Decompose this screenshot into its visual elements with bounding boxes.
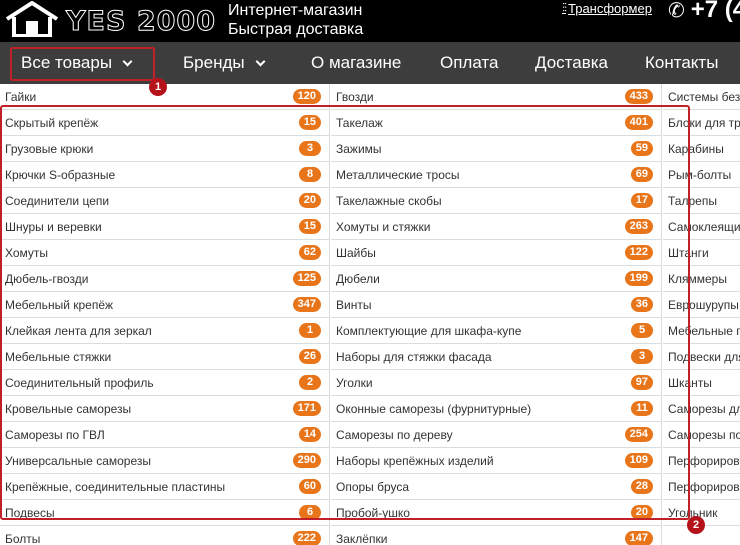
site-logo[interactable]: YES 2000	[4, 0, 216, 38]
nav-label: Доставка	[535, 53, 609, 72]
logo-text: YES 2000	[66, 5, 216, 37]
count-badge: 120	[292, 89, 321, 104]
tagline-line-1: Интернет-магазин	[228, 2, 363, 19]
category-name: Гайки	[5, 89, 37, 104]
annotation-marker-1: 1	[149, 78, 167, 96]
nav-label: Контакты	[645, 53, 719, 72]
phone-icon: ✆	[668, 0, 685, 22]
annotation-box-1	[10, 47, 155, 81]
nav-brands[interactable]: Бренды	[183, 42, 266, 84]
annotation-marker-2: 2	[687, 516, 705, 534]
category-name: Гвозди	[336, 89, 374, 104]
count-badge: 222	[292, 531, 321, 545]
nav-contacts[interactable]: Контакты	[645, 42, 718, 84]
category-name: Болты	[5, 531, 41, 545]
category-name: Системы безопасности	[668, 89, 740, 104]
nav-label: Оплата	[440, 53, 499, 72]
phone-number[interactable]: ✆ +7 (4	[668, 0, 740, 24]
sliders-icon: ⫶⫶	[562, 1, 567, 15]
category-name: Заклёпки	[336, 531, 388, 545]
nav-delivery[interactable]: Доставка	[535, 42, 608, 84]
phone-text: +7 (4	[690, 0, 740, 23]
nav-label: Бренды	[183, 53, 245, 72]
nav-about[interactable]: О магазине	[311, 42, 401, 84]
tagline-line-2: Быстрая доставка	[228, 21, 364, 38]
nav-payment[interactable]: Оплата	[440, 42, 498, 84]
nav-label: О магазине	[311, 53, 402, 72]
site-header: YES 2000 Интернет-магазин Быстрая достав…	[0, 0, 740, 42]
category-item[interactable]: Болты 222	[0, 526, 329, 545]
chevron-down-icon	[255, 56, 266, 67]
transformer-link[interactable]: ⫶⫶ Трансформер	[562, 1, 652, 16]
count-badge: 433	[624, 89, 653, 104]
header-tagline: Интернет-магазин Быстрая доставка	[228, 1, 363, 39]
category-item[interactable]: Заклёпки 147	[331, 526, 661, 545]
annotation-box-2	[0, 105, 690, 520]
house-logo-icon	[5, 1, 59, 37]
transformer-label: Трансформер	[568, 1, 652, 16]
count-badge: 147	[624, 531, 653, 545]
